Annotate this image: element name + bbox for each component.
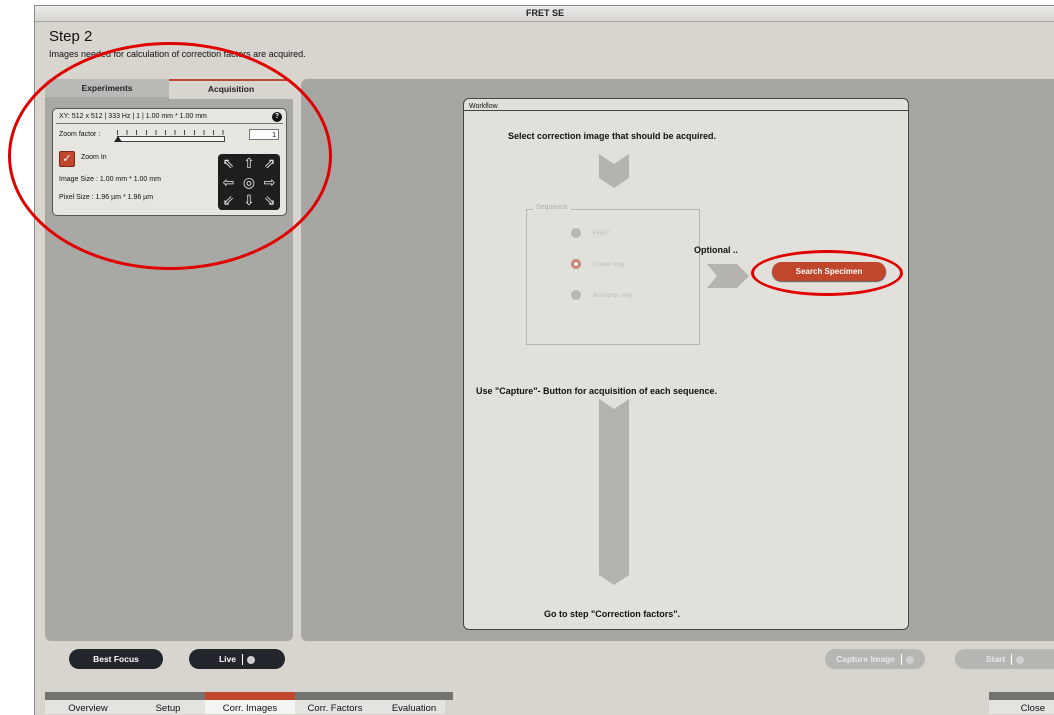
start-label: Start bbox=[985, 654, 1006, 664]
pan-direction-pad: ⇖ ⇧ ⇗ ⇦ ◎ ⇨ ⇙ ⇩ ⇘ bbox=[218, 154, 280, 210]
live-label: Live bbox=[218, 654, 236, 664]
help-icon[interactable]: ? bbox=[272, 112, 282, 122]
nav-tab-corr-factors[interactable]: Corr. Factors bbox=[295, 692, 375, 714]
center-icon[interactable]: ◎ bbox=[239, 173, 260, 192]
chevron-down-icon bbox=[599, 154, 629, 188]
zoom-factor-label: Zoom factor : bbox=[59, 131, 101, 138]
arrow-down-icon[interactable]: ⇩ bbox=[239, 191, 260, 210]
arrow-up-right-icon[interactable]: ⇗ bbox=[259, 154, 280, 173]
zoom-slider[interactable] bbox=[117, 136, 225, 142]
close-button[interactable]: Close bbox=[989, 692, 1054, 714]
step-title: Step 2 bbox=[49, 28, 93, 45]
zoom-in-label: Zoom In bbox=[81, 154, 107, 161]
arrow-up-left-icon[interactable]: ⇖ bbox=[218, 154, 239, 173]
nav-tab-evaluation[interactable]: Evaluation bbox=[375, 692, 453, 714]
goto-instruction: Go to step "Correction factors". bbox=[544, 609, 681, 619]
live-button[interactable]: Live bbox=[189, 649, 285, 669]
right-panel: Workflow Select correction image that sh… bbox=[301, 79, 1054, 641]
arrow-right-icon[interactable]: ⇨ bbox=[259, 173, 280, 192]
acquisition-settings-box: XY: 512 x 512 | 333 Hz | 1 | 1.00 mm * 1… bbox=[52, 108, 287, 216]
long-chevron-down-icon bbox=[599, 399, 629, 585]
radio-fret-label: FRET bbox=[593, 230, 610, 237]
radio-acceptor-only[interactable] bbox=[571, 290, 581, 300]
chevron-right-icon bbox=[707, 264, 749, 288]
capture-image-label: Capture Image bbox=[835, 654, 896, 664]
nav-tab-setup[interactable]: Setup bbox=[131, 692, 205, 714]
workflow-box: Workflow Select correction image that sh… bbox=[463, 98, 909, 630]
left-panel: Experiments Acquisition XY: 512 x 512 | … bbox=[45, 79, 293, 641]
start-button[interactable]: Start bbox=[955, 649, 1054, 669]
capture-image-button[interactable]: Capture Image bbox=[825, 649, 925, 669]
search-specimen-button[interactable]: Search Specimen bbox=[772, 262, 886, 281]
pixel-size-readout: Pixel Size : 1.96 µm * 1.96 µm bbox=[59, 194, 154, 201]
tab-experiments[interactable]: Experiments bbox=[45, 79, 169, 97]
zoom-slider-thumb[interactable] bbox=[114, 136, 122, 142]
sequence-group: Sequence FRET Donor only Acceptor only bbox=[526, 204, 700, 345]
nav-tab-corr-images[interactable]: Corr. Images bbox=[205, 692, 295, 714]
capture-instruction: Use "Capture"- Button for acquisition of… bbox=[476, 386, 718, 396]
start-indicator-icon bbox=[1016, 655, 1025, 664]
sequence-label: Sequence bbox=[533, 204, 571, 211]
divider bbox=[464, 110, 908, 111]
workflow-title: Workflow bbox=[469, 103, 498, 110]
scan-info: XY: 512 x 512 | 333 Hz | 1 | 1.00 mm * 1… bbox=[59, 113, 207, 120]
radio-fret[interactable] bbox=[571, 228, 581, 238]
arrow-left-icon[interactable]: ⇦ bbox=[218, 173, 239, 192]
select-instruction: Select correction image that should be a… bbox=[508, 131, 717, 141]
tab-acquisition[interactable]: Acquisition bbox=[169, 79, 293, 99]
window-title: FRET SE bbox=[35, 6, 1054, 22]
step-navigation: Overview Setup Corr. Images Corr. Factor… bbox=[45, 692, 1054, 714]
divider bbox=[56, 123, 283, 124]
arrow-down-right-icon[interactable]: ⇘ bbox=[259, 191, 280, 210]
radio-donor-only[interactable] bbox=[571, 259, 581, 269]
arrow-up-icon[interactable]: ⇧ bbox=[239, 154, 260, 173]
app-window: FRET SE Step 2 Images needed for calcula… bbox=[34, 5, 1054, 715]
optional-label: Optional .. bbox=[694, 245, 738, 255]
best-focus-button[interactable]: Best Focus bbox=[69, 649, 163, 669]
zoom-factor-input[interactable]: 1 bbox=[249, 129, 279, 140]
zoom-slider-ticks bbox=[117, 130, 225, 135]
zoom-in-checkbox[interactable]: ✓ bbox=[59, 151, 75, 167]
nav-tab-overview[interactable]: Overview bbox=[45, 692, 131, 714]
arrow-down-left-icon[interactable]: ⇙ bbox=[218, 191, 239, 210]
step-subtitle: Images needed for calculation of correct… bbox=[49, 49, 306, 59]
live-indicator-icon bbox=[247, 655, 255, 664]
radio-donor-only-label: Donor only bbox=[593, 261, 625, 268]
image-size-readout: Image Size : 1.00 mm * 1.00 mm bbox=[59, 176, 161, 183]
capture-indicator-icon bbox=[906, 655, 915, 664]
radio-acceptor-only-label: Acceptor only bbox=[593, 292, 633, 299]
